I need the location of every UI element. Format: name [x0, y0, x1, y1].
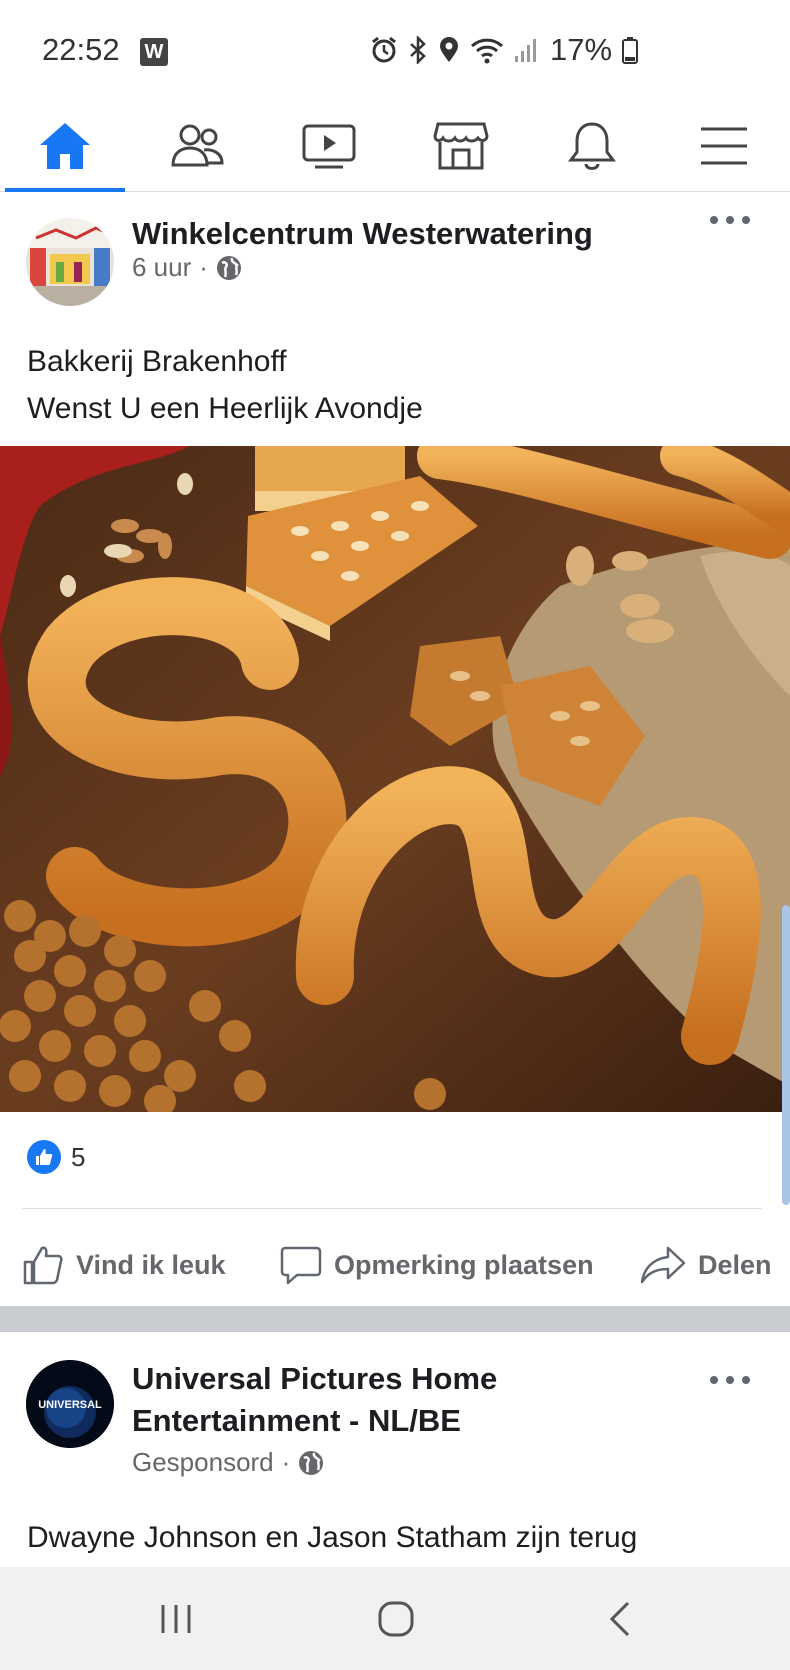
post-author[interactable]: Universal Pictures Home Entertainment - … — [132, 1358, 497, 1442]
divider — [22, 1208, 762, 1209]
post-author-line: Universal Pictures Home — [132, 1361, 498, 1396]
mall-avatar-image — [26, 218, 114, 306]
tab-menu[interactable] — [664, 100, 784, 192]
reaction-summary[interactable]: 5 — [27, 1140, 85, 1174]
back-icon — [609, 1601, 630, 1636]
feed-separator — [0, 1306, 790, 1332]
signal-icon — [515, 39, 536, 62]
location-icon — [440, 37, 458, 62]
system-navigation-bar — [0, 1567, 790, 1670]
like-button[interactable]: Vind ik leuk — [22, 1232, 226, 1298]
share-label: Delen — [698, 1249, 772, 1280]
tab-watch[interactable] — [269, 100, 389, 192]
marketplace-icon — [433, 122, 489, 170]
recents-icon — [161, 1604, 191, 1633]
status-icons: 17% — [370, 30, 639, 70]
universal-logo: UNIVERSAL — [26, 1360, 114, 1448]
like-count: 5 — [71, 1141, 86, 1172]
back-button[interactable] — [570, 1567, 670, 1670]
feed-post: Winkelcentrum Westerwatering 6 uur · Bak… — [0, 192, 790, 1306]
friends-icon — [171, 124, 224, 167]
wifi-icon — [470, 38, 504, 64]
share-icon — [640, 1246, 686, 1284]
recents-button[interactable] — [126, 1567, 226, 1670]
page-avatar[interactable]: UNIVERSAL — [26, 1360, 114, 1448]
svg-text:UNIVERSAL: UNIVERSAL — [38, 1399, 102, 1411]
scrollbar[interactable] — [782, 905, 790, 1205]
post-text-line: Bakkerij Brakenhoff — [27, 345, 287, 378]
post-more-button[interactable] — [710, 210, 750, 230]
feed-post-sponsored: UNIVERSAL Universal Pictures Home Entert… — [0, 1332, 790, 1567]
like-reaction-icon — [27, 1140, 61, 1174]
tab-marketplace[interactable] — [401, 100, 521, 192]
post-text-line: Wenst U een Heerlijk Avondje — [27, 392, 423, 425]
post-author[interactable]: Winkelcentrum Westerwatering — [132, 216, 593, 252]
bluetooth-icon — [410, 36, 426, 64]
home-icon — [40, 123, 90, 169]
post-text: Dwayne Johnson en Jason Statham zijn ter… — [27, 1521, 638, 1554]
battery-icon — [622, 37, 639, 64]
bell-icon — [568, 122, 616, 170]
hamburger-menu-icon — [701, 127, 747, 165]
sponsored-label[interactable]: Gesponsord — [132, 1447, 274, 1478]
battery-percentage: 17% — [550, 32, 613, 67]
bakery-photo-illustration — [0, 446, 790, 1112]
thumbs-up-icon — [23, 1246, 63, 1285]
status-time: 22:52 — [42, 32, 120, 67]
tab-home[interactable] — [5, 100, 125, 192]
globe-icon — [299, 1450, 324, 1475]
alarm-icon — [372, 36, 396, 63]
meta-dot: · — [281, 1447, 291, 1477]
tab-notifications[interactable] — [532, 100, 652, 192]
post-time[interactable]: 6 uur — [132, 252, 191, 283]
post-meta: 6 uur · — [132, 252, 242, 283]
share-button[interactable]: Delen — [640, 1232, 772, 1298]
app-notification-badge: W — [140, 38, 168, 66]
post-more-button[interactable] — [710, 1370, 750, 1390]
globe-icon — [216, 255, 241, 280]
like-label: Vind ik leuk — [76, 1249, 226, 1280]
comment-button[interactable]: Opmerking plaatsen — [280, 1232, 594, 1298]
post-actions: Vind ik leuk Opmerking plaatsen Delen — [0, 1232, 790, 1298]
top-navigation — [0, 100, 790, 192]
comment-label: Opmerking plaatsen — [334, 1249, 594, 1280]
status-bar: 22:52 W 17% — [0, 0, 790, 100]
home-button[interactable] — [346, 1567, 446, 1670]
meta-dot: · — [199, 252, 208, 282]
page-avatar[interactable] — [26, 218, 114, 306]
home-circle-icon — [378, 1601, 414, 1636]
post-meta: Gesponsord · — [132, 1447, 324, 1478]
tab-friends[interactable] — [138, 100, 258, 192]
video-icon — [302, 124, 356, 169]
comment-icon — [280, 1246, 322, 1285]
post-author-line: Entertainment - NL/BE — [132, 1403, 461, 1438]
post-photo[interactable] — [0, 446, 790, 1112]
post-text: Bakkerij Brakenhoff Wenst U een Heerlijk… — [27, 338, 423, 432]
